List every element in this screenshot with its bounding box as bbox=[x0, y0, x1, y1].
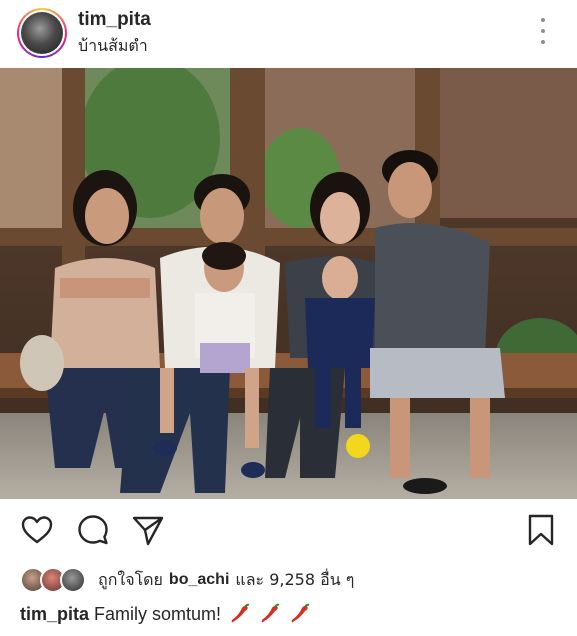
likes-prefix: ถูกใจโดย bbox=[98, 569, 163, 589]
post-location[interactable]: บ้านส้มตำ bbox=[78, 34, 148, 59]
bookmark-icon[interactable] bbox=[524, 513, 558, 547]
likes-count[interactable]: และ 9,258 อื่น ๆ bbox=[235, 568, 354, 593]
post-header: tim_pita บ้านส้มตำ bbox=[0, 0, 577, 68]
caption-username[interactable]: tim_pita bbox=[20, 604, 89, 624]
chili-pepper-icon bbox=[226, 603, 256, 624]
action-bar bbox=[0, 499, 577, 561]
post-photo[interactable] bbox=[0, 68, 577, 499]
family-photo bbox=[0, 68, 577, 499]
chili-pepper-icon bbox=[286, 603, 311, 624]
avatar-image bbox=[21, 12, 63, 54]
liker-avatars bbox=[20, 567, 92, 593]
avatar[interactable] bbox=[17, 8, 67, 58]
liker-username[interactable]: bo_achi bbox=[169, 571, 229, 589]
comment-icon[interactable] bbox=[76, 513, 110, 547]
post-username[interactable]: tim_pita bbox=[78, 9, 151, 31]
chili-pepper-icon bbox=[256, 603, 286, 624]
liker-avatar bbox=[60, 567, 86, 593]
likes-summary[interactable]: ถูกใจโดย bo_achi และ 9,258 อื่น ๆ bbox=[20, 566, 354, 594]
post-caption: tim_pita Family somtum! bbox=[20, 603, 311, 625]
paper-plane-icon[interactable] bbox=[131, 513, 165, 547]
more-options-icon[interactable] bbox=[532, 18, 554, 44]
heart-icon[interactable] bbox=[20, 513, 54, 547]
caption-text: Family somtum! bbox=[94, 604, 222, 624]
